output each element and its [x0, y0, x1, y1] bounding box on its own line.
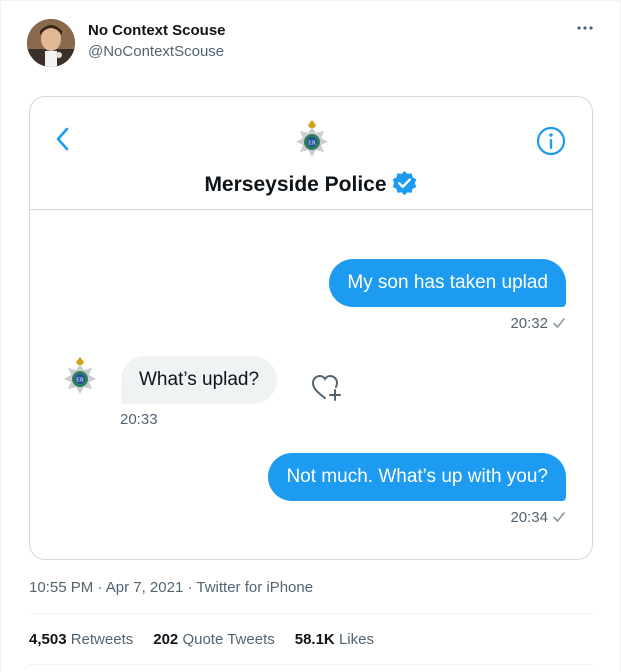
police-badge-icon: ER: [62, 356, 98, 396]
quote-tweets-label: Quote Tweets: [182, 631, 275, 648]
dm-contact-name-text: Merseyside Police: [204, 173, 387, 196]
read-tick-icon: [552, 316, 566, 328]
dm-header: ER Merseyside Police: [30, 97, 592, 210]
message-bubble-outgoing: My son has taken uplad: [329, 259, 566, 307]
info-icon: [535, 125, 567, 157]
verified-icon: [391, 170, 418, 197]
tweet-time-link[interactable]: 10:55 PM: [29, 579, 93, 596]
dm-contact-name: Merseyside Police: [30, 170, 592, 197]
svg-text:ER: ER: [308, 141, 316, 147]
tweet-source-link[interactable]: Twitter for iPhone: [196, 579, 313, 596]
avatar[interactable]: [27, 19, 75, 67]
author-display-name[interactable]: No Context Scouse: [88, 22, 226, 39]
retweets-stat[interactable]: 4,503 Retweets: [29, 631, 133, 648]
retweets-label: Retweets: [70, 631, 134, 648]
message-bubble-incoming: What’s uplad?: [121, 356, 278, 404]
back-chevron-icon: [52, 125, 72, 153]
dm-screenshot-image[interactable]: ER Merseyside Police My son has taken up…: [29, 96, 593, 560]
svg-text:ER: ER: [76, 378, 84, 384]
message-time: 20:34: [510, 509, 566, 526]
divider: [29, 664, 593, 665]
divider: [29, 613, 593, 614]
message-time-text: 20:32: [510, 315, 548, 332]
likes-count: 58.1K: [294, 631, 335, 648]
author-handle[interactable]: @NoContextScouse: [88, 43, 224, 60]
add-reaction-icon: [311, 373, 343, 403]
tweet-date-link[interactable]: Apr 7, 2021: [106, 579, 184, 596]
likes-stat[interactable]: 58.1K Likes: [295, 631, 374, 648]
read-tick-icon: [552, 510, 566, 522]
more-icon[interactable]: [576, 20, 594, 30]
quote-tweets-count: 202: [153, 631, 179, 648]
tweet: No Context Scouse @NoContextScouse ER Me…: [0, 0, 621, 672]
retweets-count: 4,503: [29, 631, 67, 648]
message-time-text: 20:34: [510, 509, 548, 526]
meta-separator: ·: [93, 579, 106, 596]
likes-label: Likes: [338, 631, 374, 648]
quote-tweets-stat[interactable]: 202 Quote Tweets: [153, 631, 274, 648]
message-bubble-outgoing: Not much. What’s up with you?: [268, 453, 566, 501]
meta-separator: ·: [183, 579, 197, 596]
police-badge-icon: ER: [294, 119, 330, 159]
tweet-meta: 10:55 PM · Apr 7, 2021 · Twitter for iPh…: [29, 579, 313, 596]
message-time: 20:32: [510, 315, 566, 332]
tweet-stats: 4,503 Retweets 202 Quote Tweets 58.1K Li…: [29, 631, 374, 648]
top-divider: [1, 0, 621, 1]
message-time: 20:33: [120, 411, 158, 428]
